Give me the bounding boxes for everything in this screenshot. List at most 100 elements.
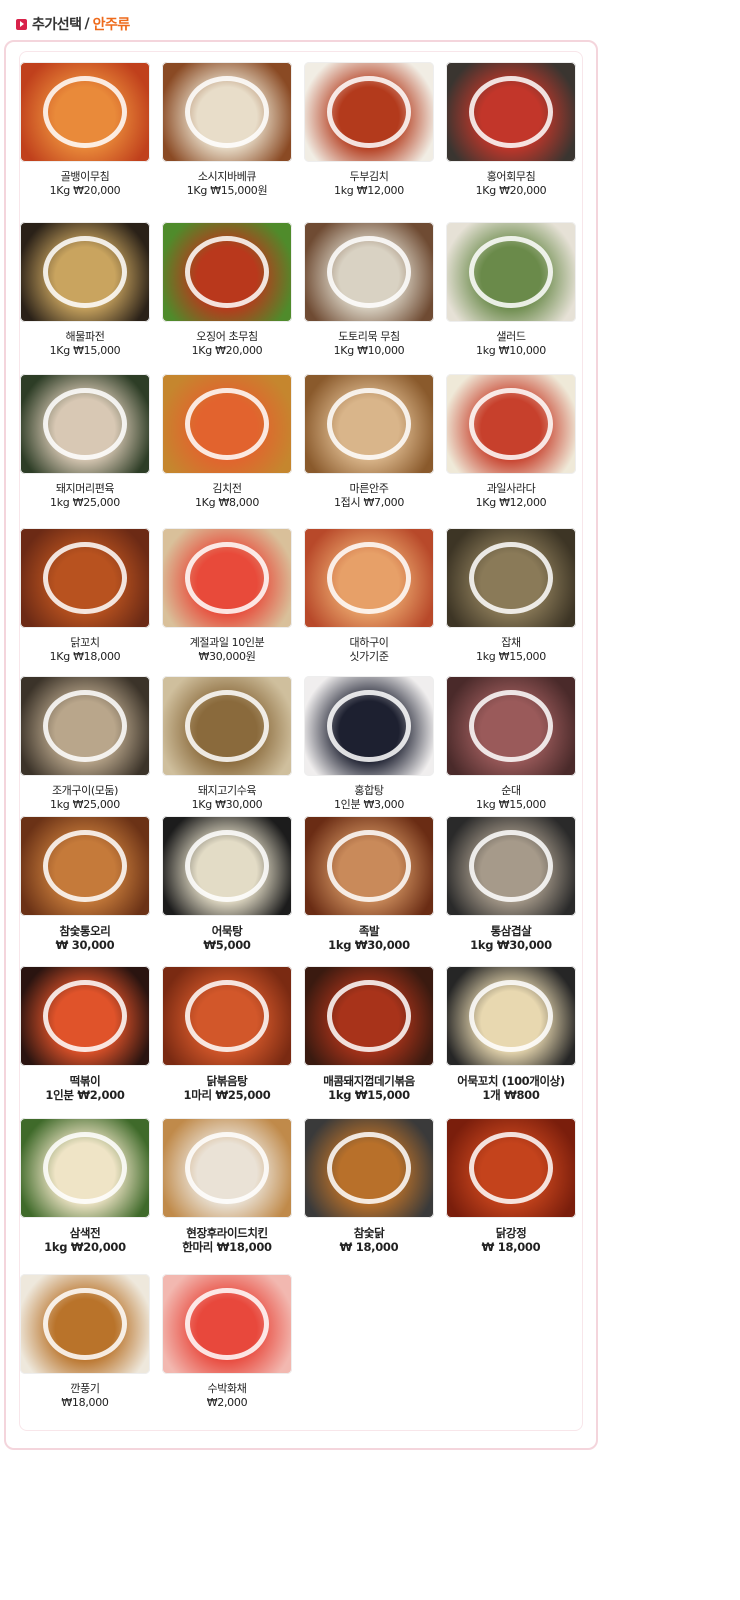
menu-item[interactable]: 과일사라다 1Kg ₩12,000 xyxy=(444,374,578,510)
menu-item-photo[interactable] xyxy=(162,62,292,162)
plate-icon xyxy=(43,542,127,614)
menu-item-photo[interactable] xyxy=(304,528,434,628)
menu-item[interactable]: 닭꼬치 1Kg ₩18,000 xyxy=(18,528,152,664)
menu-item-name: 깐풍기 xyxy=(70,1382,100,1395)
menu-item-photo[interactable] xyxy=(20,374,150,474)
menu-item[interactable]: 조개구이(모둠) 1kg ₩25,000 xyxy=(18,676,152,812)
menu-item-photo[interactable] xyxy=(162,222,292,322)
menu-item-photo[interactable] xyxy=(20,222,150,322)
menu-item[interactable]: 닭볶음탕 1마리 ₩25,000 xyxy=(160,966,294,1102)
menu-item-photo[interactable] xyxy=(20,62,150,162)
menu-item[interactable]: 통삼겹살 1kg ₩30,000 xyxy=(444,816,578,952)
menu-item[interactable]: 마른안주 1접시 ₩7,000 xyxy=(302,374,436,510)
menu-item-photo[interactable] xyxy=(162,374,292,474)
menu-item[interactable]: 참숯통오리 ₩ 30,000 xyxy=(18,816,152,952)
menu-item[interactable]: 순대 1kg ₩15,000 xyxy=(444,676,578,812)
menu-item[interactable]: 김치전 1Kg ₩8,000 xyxy=(160,374,294,510)
plate-icon xyxy=(43,1132,127,1204)
menu-item-photo[interactable] xyxy=(304,222,434,322)
menu-item-photo[interactable] xyxy=(162,676,292,776)
menu-item-photo[interactable] xyxy=(20,966,150,1066)
plate-icon xyxy=(469,542,553,614)
menu-item[interactable]: 계절과일 10인분 ₩30,000원 xyxy=(160,528,294,664)
menu-item-name: 돼지머리편육 xyxy=(55,482,115,495)
plate-icon xyxy=(185,1132,269,1204)
play-bullet-icon xyxy=(16,18,27,30)
menu-item[interactable]: 떡볶이 1인분 ₩2,000 xyxy=(18,966,152,1102)
menu-item-photo[interactable] xyxy=(304,62,434,162)
menu-item[interactable]: 오징어 초무침 1Kg ₩20,000 xyxy=(160,222,294,358)
menu-item[interactable]: 매콤돼지껍데기볶음 1kg ₩15,000 xyxy=(302,966,436,1102)
menu-item[interactable]: 해물파전 1Kg ₩15,000 xyxy=(18,222,152,358)
menu-item-price: 1kg ₩15,000 xyxy=(328,1088,410,1102)
menu-item-photo[interactable] xyxy=(162,1274,292,1374)
menu-item[interactable]: 소시지바베큐 1Kg ₩15,000원 xyxy=(160,62,294,198)
menu-item[interactable]: 홍합탕 1인분 ₩3,000 xyxy=(302,676,436,812)
menu-item-photo[interactable] xyxy=(446,62,576,162)
menu-item-name: 샐러드 xyxy=(496,330,526,343)
menu-item[interactable]: 대하구이 싯가기준 xyxy=(302,528,436,664)
menu-item-photo[interactable] xyxy=(304,1118,434,1218)
plate-icon xyxy=(327,388,411,460)
plate-icon xyxy=(327,542,411,614)
plate-icon xyxy=(185,388,269,460)
plate-icon xyxy=(327,1132,411,1204)
menu-item[interactable]: 어묵꼬치 (100개이상) 1개 ₩800 xyxy=(444,966,578,1102)
menu-item[interactable]: 삼색전 1kg ₩20,000 xyxy=(18,1118,152,1254)
menu-item-photo[interactable] xyxy=(446,816,576,916)
menu-item-photo[interactable] xyxy=(446,1118,576,1218)
menu-item[interactable]: 닭강정 ₩ 18,000 xyxy=(444,1118,578,1254)
menu-item-price: 1개 ₩800 xyxy=(482,1088,540,1102)
menu-item-name: 닭강정 xyxy=(495,1226,527,1240)
menu-item-photo[interactable] xyxy=(162,1118,292,1218)
menu-item[interactable]: 어묵탕 ₩5,000 xyxy=(160,816,294,952)
menu-item-photo[interactable] xyxy=(446,676,576,776)
menu-item[interactable]: 도토리묵 무침 1Kg ₩10,000 xyxy=(302,222,436,358)
plate-icon xyxy=(185,542,269,614)
menu-item-photo[interactable] xyxy=(446,966,576,1066)
plate-icon xyxy=(43,236,127,308)
menu-item-photo[interactable] xyxy=(304,374,434,474)
menu-item[interactable]: 골뱅이무침 1Kg ₩20,000 xyxy=(18,62,152,198)
plate-icon xyxy=(43,76,127,148)
menu-item-name: 닭꼬치 xyxy=(70,636,100,649)
menu-item-photo[interactable] xyxy=(304,966,434,1066)
plate-icon xyxy=(469,76,553,148)
section-subtitle: 안주류 xyxy=(92,17,131,33)
menu-item-photo[interactable] xyxy=(162,528,292,628)
menu-item[interactable]: 돼지머리편육 1kg ₩25,000 xyxy=(18,374,152,510)
menu-item[interactable]: 현장후라이드치킨 한마리 ₩18,000 xyxy=(160,1118,294,1254)
menu-item-photo[interactable] xyxy=(20,1118,150,1218)
menu-item-name: 순대 xyxy=(501,784,521,797)
menu-item-name: 도토리묵 무침 xyxy=(338,330,400,343)
menu-item[interactable]: 족발 1kg ₩30,000 xyxy=(302,816,436,952)
menu-item-price: ₩ 18,000 xyxy=(339,1240,399,1254)
menu-item-name: 조개구이(모둠) xyxy=(51,784,119,797)
menu-item-photo[interactable] xyxy=(20,528,150,628)
menu-item-name: 두부김치 xyxy=(349,170,389,183)
menu-item[interactable]: 잡채 1kg ₩15,000 xyxy=(444,528,578,664)
menu-item[interactable]: 홍어회무침 1Kg ₩20,000 xyxy=(444,62,578,198)
menu-item-photo[interactable] xyxy=(446,222,576,322)
menu-item-name: 오징어 초무침 xyxy=(196,330,258,343)
menu-item[interactable]: 돼지고기수육 1Kg ₩30,000 xyxy=(160,676,294,812)
menu-item-photo[interactable] xyxy=(20,816,150,916)
menu-item-photo[interactable] xyxy=(446,528,576,628)
menu-item[interactable]: 깐풍기 ₩18,000 xyxy=(18,1274,152,1410)
menu-item-photo[interactable] xyxy=(304,816,434,916)
menu-item-photo[interactable] xyxy=(446,374,576,474)
menu-item[interactable]: 참숯닭 ₩ 18,000 xyxy=(302,1118,436,1254)
plate-icon xyxy=(469,690,553,762)
menu-item[interactable]: 두부김치 1kg ₩12,000 xyxy=(302,62,436,198)
menu-item-photo[interactable] xyxy=(162,816,292,916)
menu-item-photo[interactable] xyxy=(304,676,434,776)
menu-item[interactable]: 수박화채 ₩2,000 xyxy=(160,1274,294,1410)
plate-icon xyxy=(43,690,127,762)
plate-icon xyxy=(43,980,127,1052)
menu-item[interactable]: 샐러드 1kg ₩10,000 xyxy=(444,222,578,358)
plate-icon xyxy=(185,980,269,1052)
menu-item-photo[interactable] xyxy=(20,676,150,776)
menu-item-price: 1kg ₩25,000 xyxy=(50,798,120,811)
menu-item-photo[interactable] xyxy=(20,1274,150,1374)
menu-item-photo[interactable] xyxy=(162,966,292,1066)
